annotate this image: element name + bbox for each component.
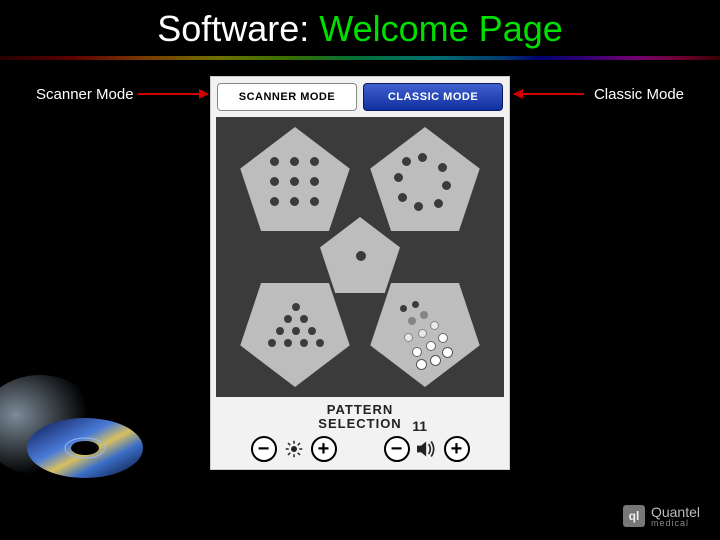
slide-title: Software: Welcome Page xyxy=(0,0,720,56)
volume-plus-button[interactable]: + xyxy=(444,436,470,462)
bottom-controls: 11 − + − + xyxy=(211,432,509,462)
brightness-icon xyxy=(283,438,305,460)
device-screen: SCANNER MODE CLASSIC MODE xyxy=(210,76,510,470)
arrow-to-classic xyxy=(514,93,584,95)
tab-scanner-mode[interactable]: SCANNER MODE xyxy=(217,83,357,111)
brightness-control: − + xyxy=(251,436,337,462)
triangle-dots-icon xyxy=(266,303,326,363)
volume-minus-button[interactable]: − xyxy=(384,436,410,462)
brand-mark: ql xyxy=(623,505,645,527)
volume-value: 11 xyxy=(412,418,427,434)
content-area: Scanner Mode Classic Mode SCANNER MODE C… xyxy=(0,60,720,480)
volume-control: − + xyxy=(384,436,470,462)
ring-dots-icon xyxy=(394,153,452,211)
brightness-minus-button[interactable]: − xyxy=(251,436,277,462)
title-prefix: Software: xyxy=(157,8,319,49)
arrow-to-scanner xyxy=(138,93,208,95)
cd-graphic xyxy=(0,370,160,490)
grid-dots-icon xyxy=(270,157,320,207)
annotation-classic-mode: Classic Mode xyxy=(594,86,684,103)
mode-tabs: SCANNER MODE CLASSIC MODE xyxy=(211,77,509,117)
single-dot-icon xyxy=(356,251,366,261)
pattern-label-line1: PATTERN xyxy=(211,403,509,417)
brightness-plus-button[interactable]: + xyxy=(311,436,337,462)
pattern-selection-label: PATTERN SELECTION xyxy=(211,403,509,432)
brand-logo: ql Quantel medical xyxy=(623,504,700,528)
speaker-icon xyxy=(416,438,438,460)
title-highlight: Welcome Page xyxy=(319,8,562,49)
pattern-label-line2: SELECTION xyxy=(211,417,509,431)
tab-classic-mode[interactable]: CLASSIC MODE xyxy=(363,83,503,111)
arc-dots-icon xyxy=(390,299,464,373)
pattern-selection-panel xyxy=(216,117,504,397)
annotation-scanner-mode: Scanner Mode xyxy=(36,86,134,103)
